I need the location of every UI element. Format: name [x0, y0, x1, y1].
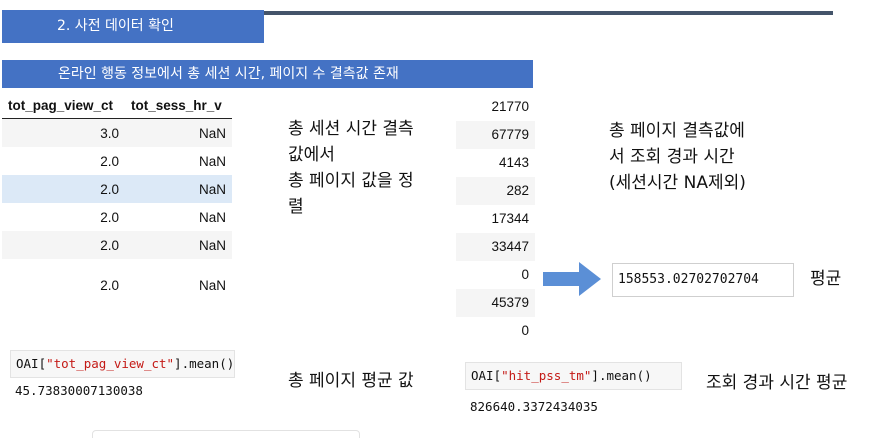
value-cell: 45379: [456, 289, 535, 317]
value-cell: 21770: [456, 93, 535, 121]
table-cell: 3.0: [100, 125, 119, 141]
note-line: 렬: [288, 197, 304, 217]
code-text: OAI[: [16, 356, 47, 371]
mean-result-output: 158553.02702702704: [612, 263, 794, 297]
table-row: 3.0 NaN: [2, 119, 232, 147]
mean-label: 평균: [810, 269, 842, 289]
table-cell: 2.0: [100, 209, 119, 225]
table-cell: NaN: [198, 181, 226, 197]
code-output: 45.73830007130038: [10, 378, 235, 404]
note-line: (세션시간 NA제외): [609, 173, 746, 193]
subtitle-banner: 온라인 행동 정보에서 총 세션 시간, 페이지 수 결측값 존재: [2, 60, 533, 88]
note-line: 총 페이지 값을 정: [288, 171, 414, 191]
section-title: 2. 사전 데이터 확인: [2, 10, 264, 43]
code-string: "tot_pag_view_ct": [46, 356, 175, 371]
table-cell: 2.0: [100, 153, 119, 169]
value-cell: 282: [456, 177, 535, 205]
pages-mean-label: 총 페이지 평균 값: [288, 371, 414, 391]
code-input: OAI["hit_pss_tm"].mean(): [465, 362, 682, 390]
table-cell: 2.0: [100, 181, 119, 197]
code-text: OAI[: [471, 368, 502, 383]
dataframe-table: tot_pag_view_ct tot_sess_hr_v 3.0 NaN 2.…: [2, 93, 232, 305]
value-cell: 33447: [456, 233, 535, 261]
column-header: tot_sess_hr_v: [131, 98, 222, 113]
code-cell-view-time-mean: OAI["hit_pss_tm"].mean() 826640.33724340…: [465, 362, 682, 424]
note-line: 서 조회 경과 시간: [609, 147, 735, 167]
table-cell: 2.0: [100, 277, 119, 293]
code-input: OAI["tot_pag_view_ct"].mean(): [10, 350, 235, 378]
code-text: ].mean(): [174, 356, 235, 371]
note-line: 값에서: [288, 145, 335, 165]
table-row: 2.0 NaN: [2, 147, 232, 175]
code-string: "hit_pss_tm": [501, 368, 592, 383]
table-cell: NaN: [198, 125, 226, 141]
table-row: 2.0 NaN: [2, 231, 232, 259]
code-cell-pages-mean: OAI["tot_pag_view_ct"].mean() 45.7383000…: [10, 350, 235, 404]
view-time-mean-label: 조회 경과 시간 평균: [706, 373, 848, 393]
note-line: 총 페이지 결측값에: [609, 121, 745, 141]
value-cell: 0: [456, 261, 535, 289]
table-cell: NaN: [198, 277, 226, 293]
table-cell: NaN: [198, 209, 226, 225]
value-cell: 17344: [456, 205, 535, 233]
value-cell: 67779: [456, 121, 535, 149]
code-output: 826640.3372434035: [465, 390, 682, 424]
code-text: ].mean(): [591, 368, 652, 383]
note-sort-by-pages: 총 세션 시간 결측 값에서 총 페이지 값을 정 렬: [288, 116, 448, 220]
table-row: 2.0 NaN: [2, 265, 232, 305]
note-view-time: 총 페이지 결측값에 서 조회 경과 시간 (세션시간 NA제외): [609, 118, 809, 196]
table-cell: NaN: [198, 153, 226, 169]
column-header: tot_pag_view_ct: [8, 98, 114, 113]
value-cell: 0: [456, 317, 535, 345]
table-row: 2.0 NaN: [2, 175, 232, 203]
right-arrow-icon: [543, 262, 601, 296]
note-line: 총 세션 시간 결측: [288, 119, 414, 139]
table-cell: NaN: [198, 237, 226, 253]
table-row: 2.0 NaN: [2, 203, 232, 231]
title-underline: [264, 11, 833, 15]
table-cell: 2.0: [100, 237, 119, 253]
partial-panel: [92, 430, 360, 438]
table-header: tot_pag_view_ct tot_sess_hr_v: [2, 93, 232, 119]
value-cell: 4143: [456, 149, 535, 177]
view-time-values-column: 21770 67779 4143 282 17344 33447 0 45379…: [456, 93, 535, 345]
